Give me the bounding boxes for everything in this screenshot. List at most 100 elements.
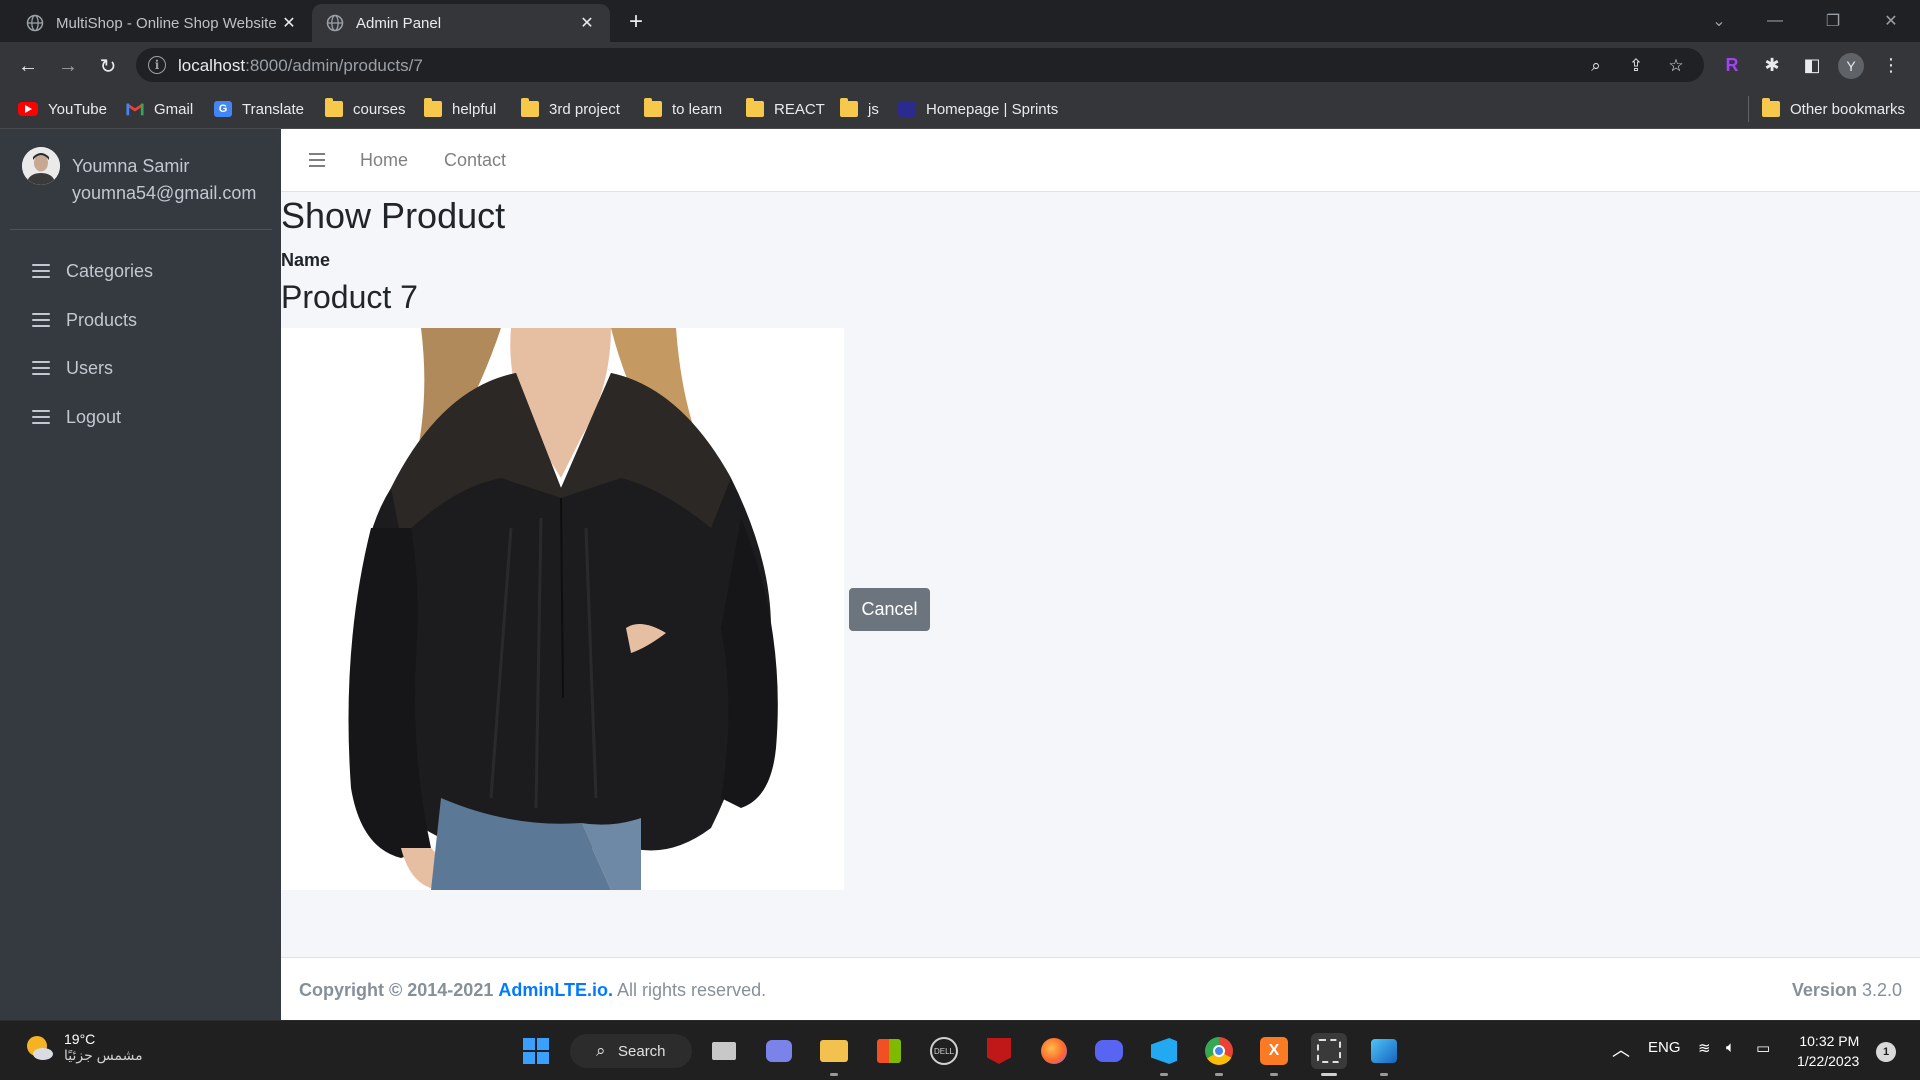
- minimize-button[interactable]: —: [1752, 6, 1798, 36]
- volume-icon[interactable]: 🔈︎: [1726, 1039, 1735, 1056]
- bookmark-folder-js[interactable]: js: [840, 97, 879, 121]
- sidebar-item-label: Users: [66, 357, 114, 378]
- sidebar-item-users[interactable]: Users: [10, 346, 272, 390]
- globe-icon: [26, 14, 44, 32]
- close-tab-icon[interactable]: ✕: [280, 14, 298, 32]
- chrome-icon[interactable]: [1201, 1033, 1237, 1069]
- running-indicator: [830, 1073, 838, 1076]
- vscode-icon[interactable]: [1146, 1033, 1182, 1069]
- task-view-icon[interactable]: [706, 1033, 742, 1069]
- menu-toggle-icon[interactable]: [309, 153, 325, 167]
- microsoft-store-icon[interactable]: [871, 1033, 907, 1069]
- browser-toolbar: ← → ↻ i localhost:8000/admin/products/7 …: [0, 42, 1920, 89]
- main-footer: Copyright © 2014-2021 AdminLTE.io. All r…: [281, 957, 1920, 1020]
- teams-chat-icon[interactable]: [761, 1033, 797, 1069]
- bookmark-folder-react[interactable]: REACT: [746, 97, 825, 121]
- tab-admin-panel[interactable]: Admin Panel ✕: [312, 4, 610, 42]
- wifi-icon[interactable]: ≋: [1698, 1039, 1711, 1057]
- bookmark-folder-helpful[interactable]: helpful: [424, 97, 496, 121]
- menu-dots-icon[interactable]: ⋮: [1876, 50, 1906, 80]
- snipping-tool-icon[interactable]: [1311, 1033, 1347, 1069]
- reload-icon[interactable]: ↻: [92, 50, 124, 82]
- system-clock[interactable]: 10:32 PM 1/22/2023: [1797, 1031, 1859, 1071]
- firefox-icon[interactable]: [1036, 1033, 1072, 1069]
- content-wrapper: Home Contact Show Product Name Product 7: [281, 129, 1920, 1020]
- bookmark-translate[interactable]: G Translate: [214, 97, 304, 121]
- sidebar-item-label: Logout: [66, 406, 122, 427]
- sidebar-item-label: Categories: [66, 260, 154, 281]
- bookmark-youtube[interactable]: YouTube: [18, 97, 107, 121]
- profile-avatar[interactable]: Y: [1838, 53, 1864, 79]
- taskbar-search[interactable]: ⌕ Search: [570, 1034, 692, 1068]
- cancel-button[interactable]: Cancel: [849, 588, 930, 631]
- tab-search-icon[interactable]: ⌄: [1696, 6, 1742, 36]
- extensions-puzzle-icon[interactable]: ✱: [1757, 50, 1787, 80]
- user-panel: Youmna Samir youmna54@gmail.com: [0, 129, 281, 230]
- side-panel-icon[interactable]: ◧: [1797, 50, 1827, 80]
- windows-start-icon[interactable]: [518, 1033, 554, 1069]
- restore-button[interactable]: ❐: [1810, 6, 1856, 36]
- new-tab-button[interactable]: +: [622, 8, 650, 36]
- user-divider: [10, 229, 272, 230]
- bookmark-sprints[interactable]: Homepage | Sprints: [898, 97, 1058, 121]
- extension-r-icon[interactable]: R: [1717, 50, 1747, 80]
- chevron-up-icon[interactable]: ︿: [1612, 1036, 1630, 1062]
- address-bar[interactable]: i localhost:8000/admin/products/7 ⌕ ⇪ ☆: [136, 48, 1704, 82]
- weather-widget[interactable]: 19°C مشمس جزئيًا: [24, 1031, 143, 1064]
- nav-link-contact[interactable]: Contact: [444, 150, 506, 171]
- copyright-text: Copyright © 2014-2021 AdminLTE.io. All r…: [299, 980, 767, 1000]
- gmail-icon: [126, 103, 144, 116]
- dell-icon[interactable]: DELL: [926, 1033, 962, 1069]
- sidebar-item-products[interactable]: Products: [10, 298, 272, 342]
- tab-title: Admin Panel: [356, 14, 442, 32]
- tab-multishop[interactable]: MultiShop - Online Shop Website ✕: [12, 4, 312, 42]
- bars-icon: [32, 312, 50, 328]
- user-photo-icon: [22, 147, 60, 185]
- bookmark-other-bookmarks[interactable]: Other bookmarks: [1762, 97, 1905, 121]
- folder-icon: [424, 98, 442, 117]
- bookmark-folder-3rd-project[interactable]: 3rd project: [521, 97, 620, 121]
- close-tab-icon[interactable]: ✕: [578, 14, 596, 32]
- youtube-icon: [18, 102, 38, 116]
- notification-badge[interactable]: 1: [1876, 1042, 1896, 1062]
- photos-icon[interactable]: [1366, 1033, 1402, 1069]
- close-window-button[interactable]: ✕: [1868, 6, 1914, 36]
- admin-sidebar: Youmna Samir youmna54@gmail.com Categori…: [0, 129, 281, 1020]
- folder-icon: [644, 98, 662, 117]
- user-avatar[interactable]: [22, 147, 60, 185]
- file-explorer-icon[interactable]: [816, 1033, 852, 1069]
- user-name[interactable]: Youmna Samir: [72, 156, 189, 177]
- top-navbar: Home Contact: [281, 129, 1920, 192]
- page-title: Show Product: [281, 195, 506, 236]
- search-icon: ⌕: [596, 1041, 606, 1060]
- discord-icon[interactable]: [1091, 1033, 1127, 1069]
- adminlte-link[interactable]: AdminLTE.io.: [498, 980, 613, 1000]
- url-text[interactable]: localhost:8000/admin/products/7: [178, 56, 423, 76]
- user-email[interactable]: youmna54@gmail.com: [72, 183, 256, 204]
- back-arrow-icon[interactable]: ←: [12, 50, 44, 82]
- weather-sun-icon: [24, 1033, 54, 1063]
- bookmark-star-icon[interactable]: ☆: [1664, 54, 1688, 78]
- language-indicator[interactable]: ENG: [1648, 1039, 1681, 1056]
- bookmark-gmail[interactable]: Gmail: [126, 97, 193, 121]
- sprints-icon: [898, 101, 916, 117]
- battery-icon[interactable]: ▭: [1756, 1039, 1770, 1057]
- site-info-icon[interactable]: i: [148, 56, 166, 74]
- running-indicator: [1215, 1073, 1223, 1076]
- folder-icon: [1762, 98, 1780, 117]
- forward-arrow-icon[interactable]: →: [52, 50, 84, 82]
- product-photo: [281, 328, 844, 890]
- windows-taskbar: 19°C مشمس جزئيًا ⌕ Search DELL X ︿ ENG ≋…: [0, 1020, 1920, 1080]
- nav-link-home[interactable]: Home: [360, 150, 408, 171]
- running-indicator: [1270, 1073, 1278, 1076]
- zoom-icon[interactable]: ⌕: [1584, 54, 1608, 78]
- share-icon[interactable]: ⇪: [1624, 54, 1648, 78]
- bookmark-folder-courses[interactable]: courses: [325, 97, 406, 121]
- mcafee-icon[interactable]: [981, 1033, 1017, 1069]
- running-indicator: [1160, 1073, 1168, 1076]
- globe-icon: [326, 14, 344, 32]
- sidebar-item-logout[interactable]: Logout: [10, 395, 272, 439]
- bookmark-folder-to-learn[interactable]: to learn: [644, 97, 722, 121]
- sidebar-item-categories[interactable]: Categories: [10, 249, 272, 293]
- xampp-icon[interactable]: X: [1256, 1033, 1292, 1069]
